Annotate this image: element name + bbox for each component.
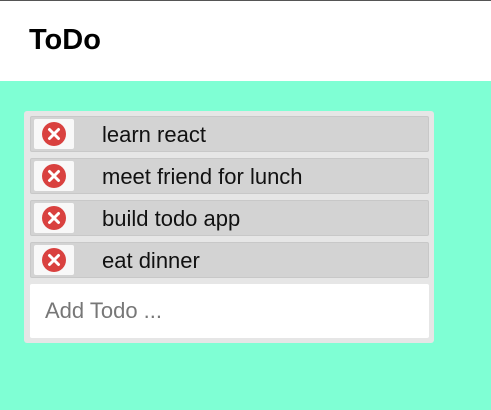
delete-todo-button[interactable] xyxy=(34,245,74,275)
delete-todo-button[interactable] xyxy=(34,203,74,233)
todo-item: build todo app xyxy=(30,200,429,236)
delete-todo-button[interactable] xyxy=(34,161,74,191)
close-circle-icon xyxy=(41,163,67,189)
app-title: ToDo xyxy=(29,24,101,56)
close-circle-icon xyxy=(41,247,67,273)
todo-list: learn react meet friend for lunch build … xyxy=(30,116,429,284)
todo-item: meet friend for lunch xyxy=(30,158,429,194)
add-todo-input[interactable] xyxy=(30,284,429,338)
todo-item: learn react xyxy=(30,116,429,152)
close-circle-icon xyxy=(41,121,67,147)
todo-text: eat dinner xyxy=(102,248,200,273)
close-circle-icon xyxy=(41,205,67,231)
todo-text: meet friend for lunch xyxy=(102,164,303,189)
todo-text: learn react xyxy=(102,122,206,147)
app-header: ToDo xyxy=(0,0,491,81)
todo-text: build todo app xyxy=(102,206,241,231)
todo-item: eat dinner xyxy=(30,242,429,278)
todo-panel: learn react meet friend for lunch build … xyxy=(24,111,434,343)
delete-todo-button[interactable] xyxy=(34,119,74,149)
